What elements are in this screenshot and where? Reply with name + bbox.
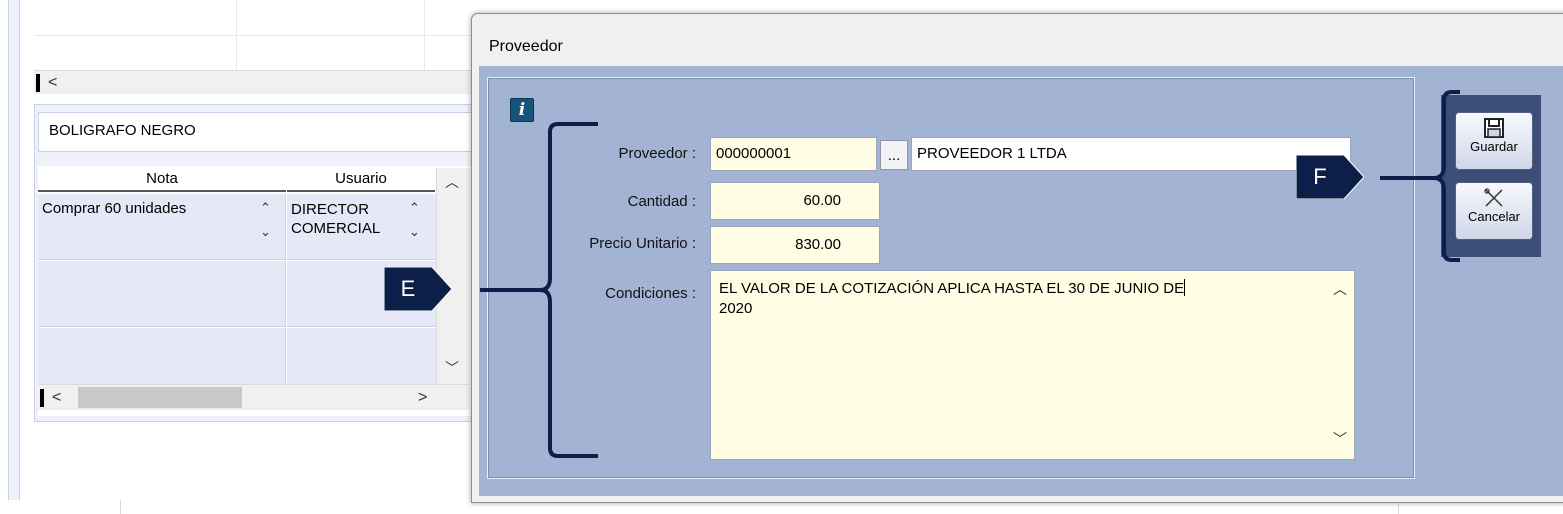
cell-scroll-down-icon[interactable]: ⌄ bbox=[260, 224, 271, 240]
callout-e: E bbox=[384, 267, 452, 311]
callout-f-label: F bbox=[1313, 164, 1327, 189]
dialog-title: Proveedor bbox=[489, 38, 563, 55]
condiciones-line2: 2020 bbox=[719, 300, 753, 317]
cell-scroll-up-icon[interactable]: ⌃ bbox=[260, 200, 271, 216]
cancel-button-label: Cancelar bbox=[1467, 209, 1521, 224]
note-text: Comprar 60 unidades bbox=[42, 200, 187, 217]
grid-row-divider bbox=[34, 35, 474, 36]
bracket-f bbox=[1380, 90, 1460, 262]
textarea-scroll-up-icon[interactable]: ︿ bbox=[1333, 279, 1347, 299]
condiciones-line1: EL VALOR DE LA COTIZACIÓN APLICA HASTA E… bbox=[719, 279, 1186, 297]
floppy-disk-icon bbox=[1484, 118, 1504, 138]
proveedor-name-field[interactable]: PROVEEDOR 1 LTDA bbox=[911, 137, 1351, 171]
table-cell-empty[interactable] bbox=[38, 261, 286, 327]
column-header-nota[interactable]: Nota bbox=[38, 168, 286, 192]
textarea-scroll-down-icon[interactable]: ﹀ bbox=[1333, 429, 1347, 449]
save-button-label: Guardar bbox=[1470, 139, 1518, 154]
record-marker bbox=[40, 389, 44, 407]
proveedor-lookup-button[interactable]: ... bbox=[880, 140, 908, 170]
record-marker bbox=[36, 74, 40, 92]
table-cell-empty[interactable] bbox=[38, 328, 286, 384]
proveedor-code-input[interactable]: 000000001 bbox=[710, 137, 877, 171]
save-button[interactable]: Guardar bbox=[1455, 112, 1533, 170]
user-text: DIRECTOR COMERCIAL bbox=[291, 201, 381, 237]
condiciones-textarea[interactable]: EL VALOR DE LA COTIZACIÓN APLICA HASTA E… bbox=[710, 270, 1355, 460]
tick-line bbox=[120, 500, 121, 514]
left-window-edge bbox=[8, 0, 20, 500]
callout-f: F bbox=[1296, 155, 1364, 199]
scroll-left-arrow[interactable]: < bbox=[48, 74, 57, 92]
cantidad-input[interactable]: 60.00 bbox=[710, 182, 880, 220]
background-grid bbox=[34, 0, 474, 70]
cancel-button[interactable]: Cancelar bbox=[1455, 182, 1533, 240]
precio-unitario-input[interactable]: 830.00 bbox=[710, 226, 880, 264]
scroll-thumb[interactable] bbox=[78, 387, 242, 408]
text-caret bbox=[1184, 279, 1186, 296]
top-grid-horizontal-scrollbar[interactable]: < bbox=[34, 70, 474, 94]
scroll-left-arrow[interactable]: < bbox=[52, 389, 61, 407]
tools-cancel-icon bbox=[1484, 188, 1503, 207]
callout-e-label: E bbox=[400, 276, 416, 301]
table-cell-nota[interactable]: Comprar 60 unidades ⌃ ⌄ bbox=[38, 194, 286, 260]
